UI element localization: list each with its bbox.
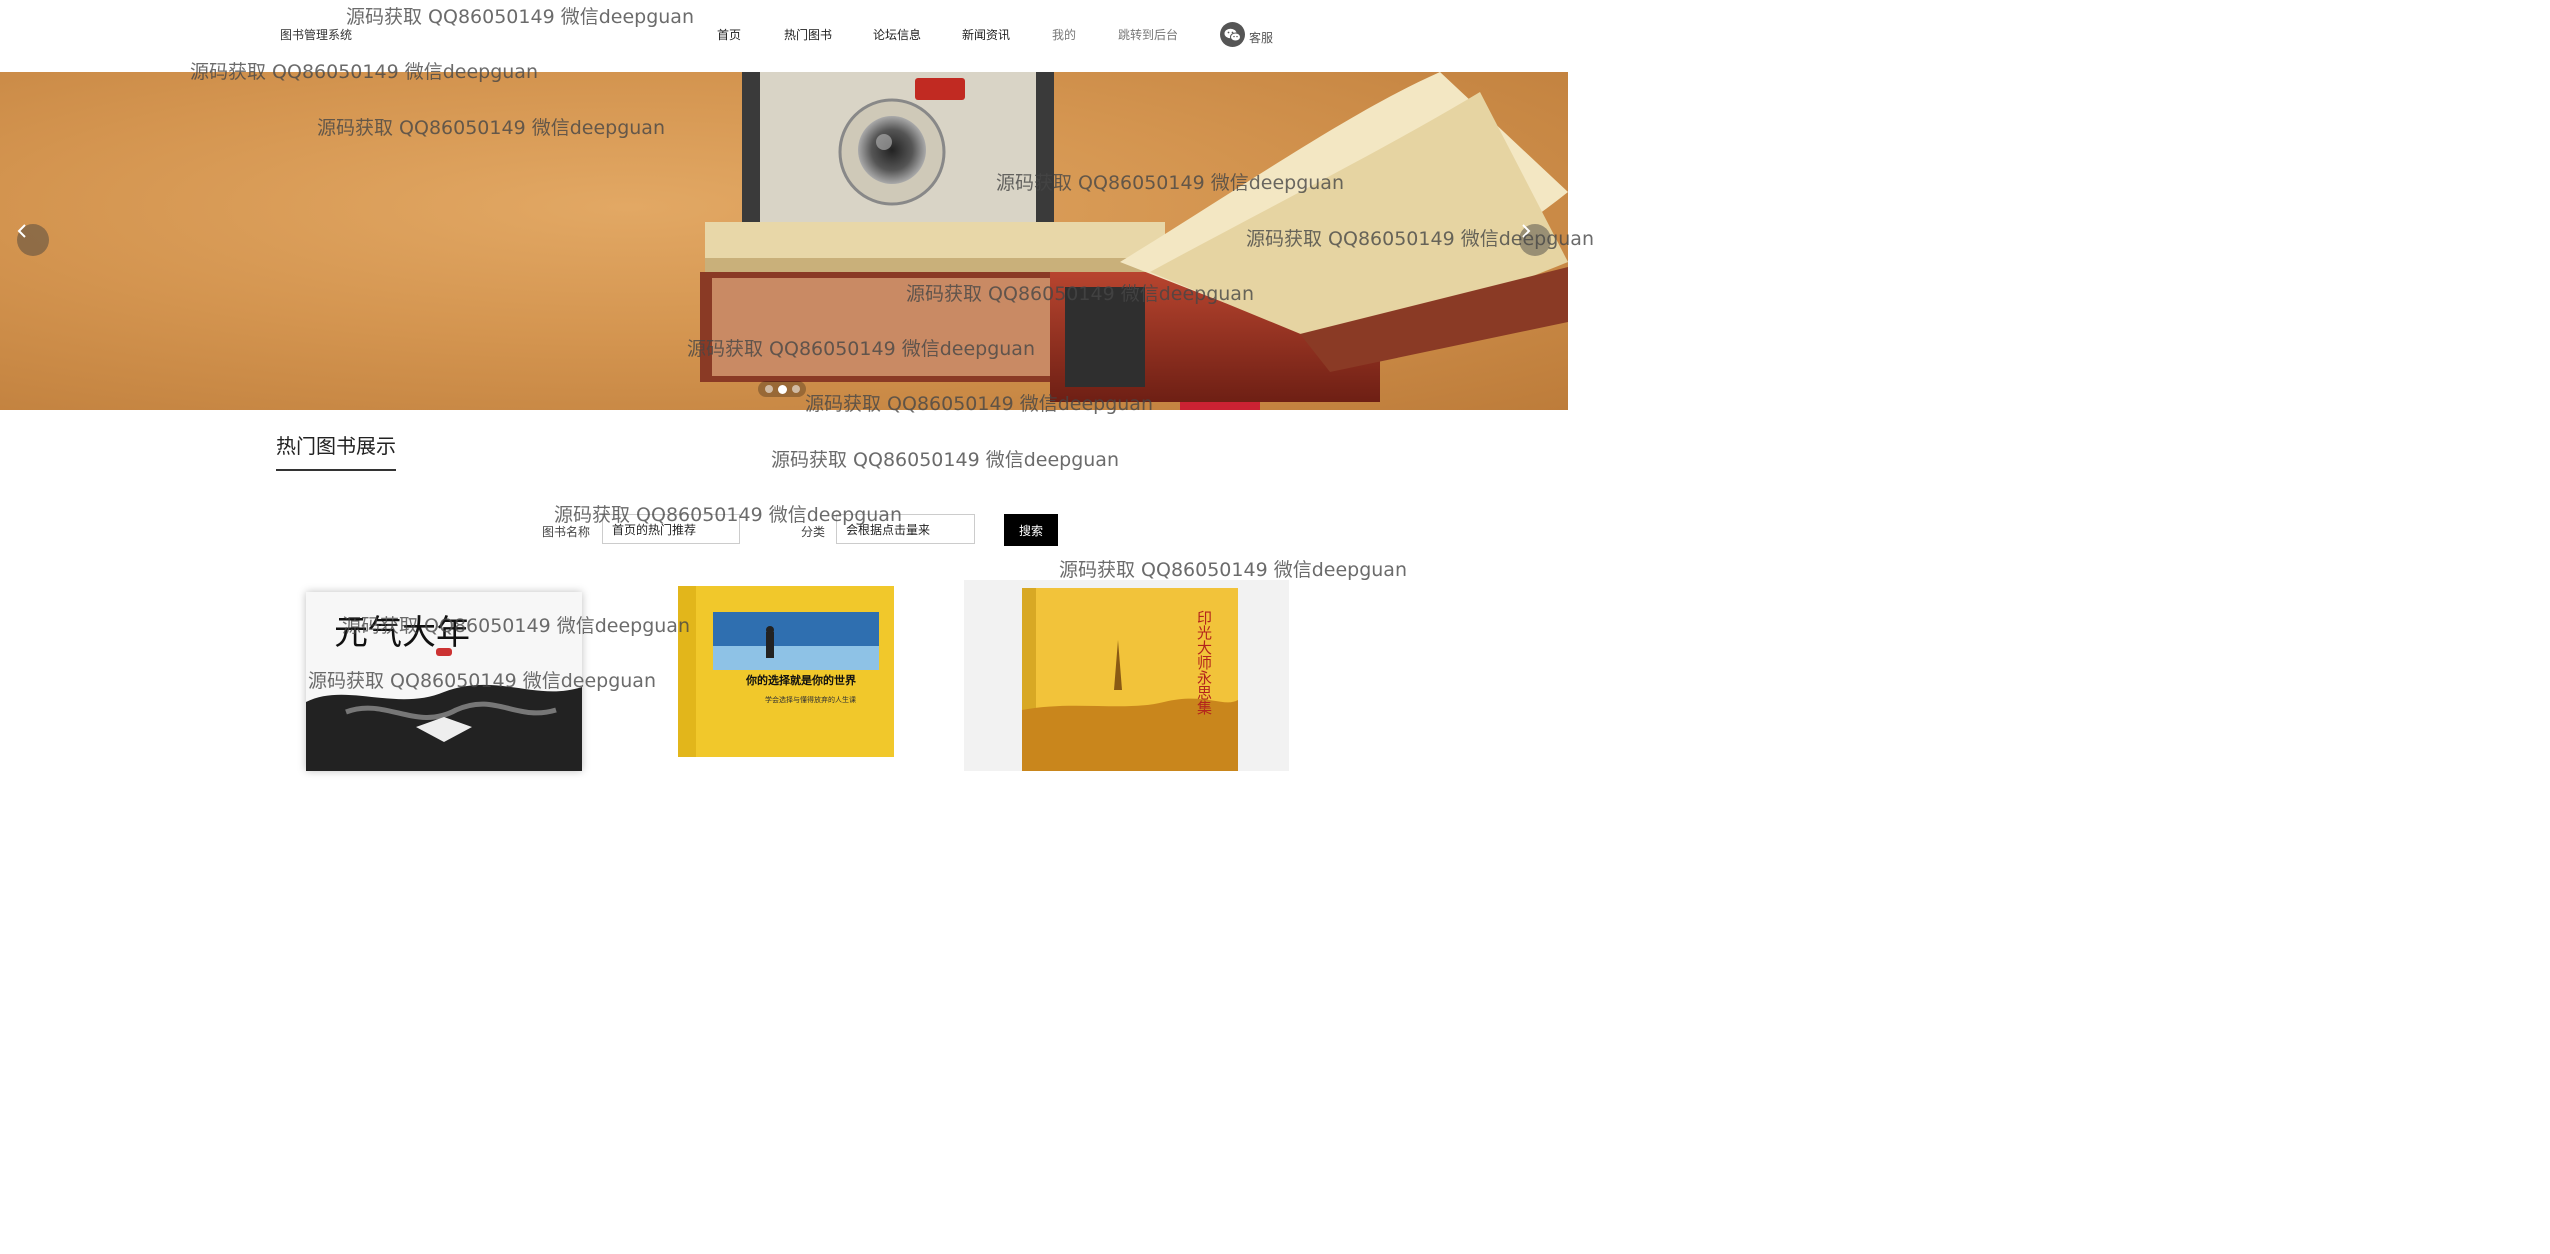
book-name-input[interactable]	[602, 514, 740, 544]
book-name-label: 图书名称	[542, 525, 591, 539]
carousel-next-button[interactable]	[1519, 224, 1551, 256]
wechat-icon	[1220, 22, 1245, 47]
book-cover-2: 你的选择就是你的世界 学会选择与懂得放弃的人生课	[678, 586, 894, 757]
nav-admin[interactable]: 跳转到后台	[1118, 26, 1178, 43]
banner-image	[700, 72, 1568, 410]
carousel-indicators	[758, 381, 806, 397]
nav-hot-books[interactable]: 热门图书	[784, 26, 832, 43]
section-title: 热门图书展示	[276, 430, 396, 471]
nav-mine[interactable]: 我的	[1052, 26, 1076, 43]
customer-service-button[interactable]: 客服	[1220, 21, 1273, 47]
book-card-3[interactable]: 印光大师永思集	[964, 580, 1289, 771]
book-cover-title-3: 印光大师永思集	[1195, 610, 1213, 715]
book-card-2[interactable]: 你的选择就是你的世界 学会选择与懂得放弃的人生课	[678, 586, 894, 757]
customer-service-label: 客服	[1249, 31, 1274, 45]
chevron-right-icon	[1522, 224, 1531, 238]
watermark-text: 源码获取 QQ86050149 微信deepguan	[771, 449, 1119, 471]
carousel-dot-3[interactable]	[791, 385, 800, 393]
site-brand[interactable]: 图书管理系统	[280, 26, 352, 43]
carousel-dot-1[interactable]	[764, 385, 773, 393]
book-cover-3: 印光大师永思集	[964, 580, 1289, 771]
nav-forum[interactable]: 论坛信息	[873, 26, 921, 43]
carousel-dot-2[interactable]	[777, 384, 787, 394]
book-card-1[interactable]: 元气大年	[306, 592, 582, 771]
book-cover-title-1: 元气大年	[334, 613, 470, 653]
hero-carousel[interactable]	[0, 72, 1568, 410]
category-input[interactable]	[836, 514, 975, 544]
top-header: 图书管理系统 首页 热门图书 论坛信息 新闻资讯 我的 跳转到后台 客服	[0, 0, 1568, 72]
chevron-left-icon	[17, 224, 26, 238]
book-cover-1: 元气大年	[306, 592, 582, 771]
category-label: 分类	[801, 525, 826, 539]
book-cover-subtitle-2: 学会选择与懂得放弃的人生课	[765, 695, 856, 704]
search-button[interactable]: 搜索	[1004, 514, 1058, 546]
watermark-text: 源码获取 QQ86050149 微信deepguan	[1059, 559, 1407, 581]
book-cover-title-2: 你的选择就是你的世界	[745, 673, 856, 687]
nav-news[interactable]: 新闻资讯	[962, 26, 1010, 43]
nav-home[interactable]: 首页	[717, 26, 741, 43]
carousel-prev-button[interactable]	[17, 224, 49, 256]
